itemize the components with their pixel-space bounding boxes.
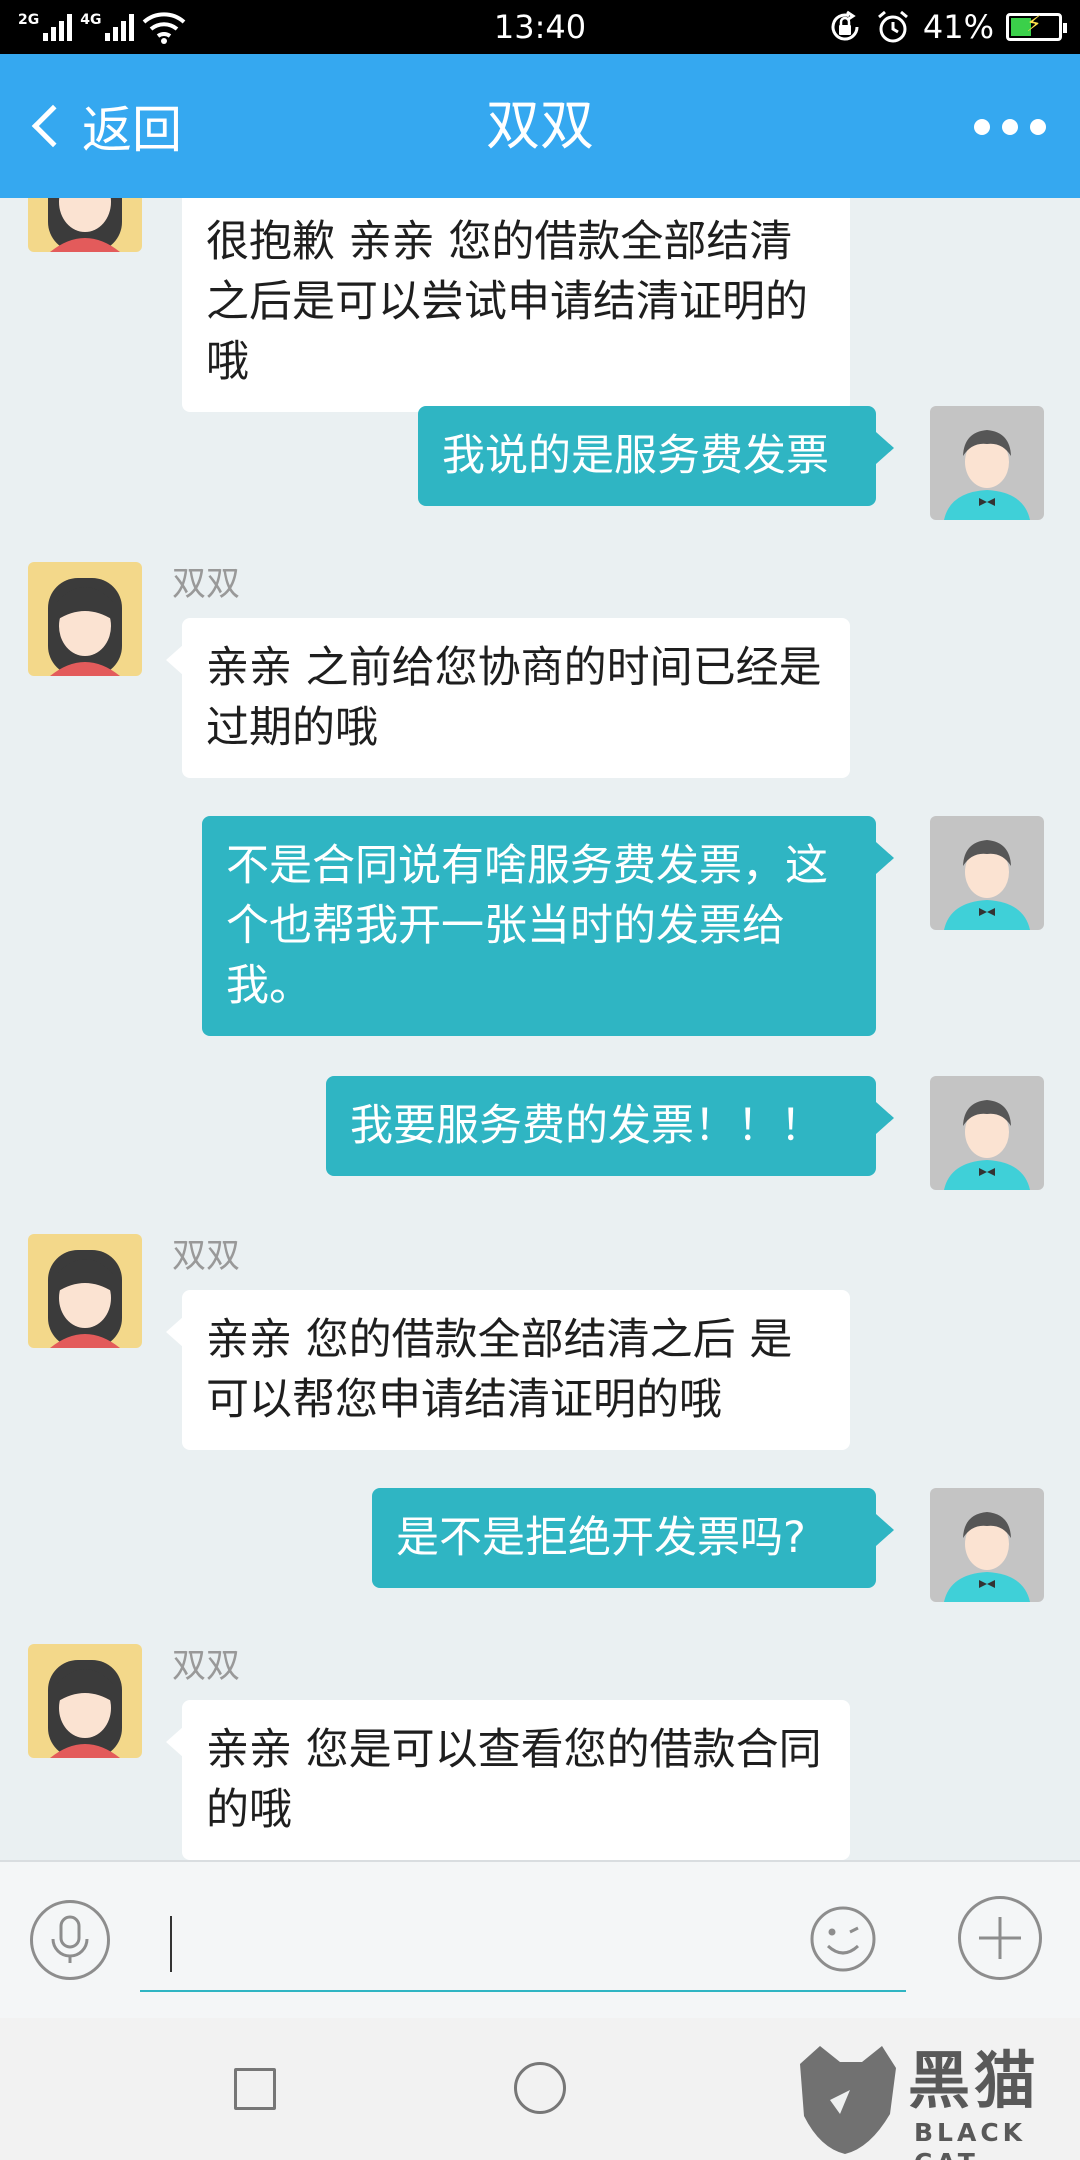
battery-icon: ⚡ [1006, 12, 1067, 41]
message-text: 亲亲 您的借款全部结清之后 是可以帮您申请结清证明的哦 [206, 1315, 793, 1425]
outgoing-message-bubble[interactable]: 不是合同说有啥服务费发票，这个也帮我开一张当时的发票给我。 [202, 816, 894, 1036]
chat-title: 双双 [486, 94, 594, 157]
rotation-lock-icon [831, 10, 859, 41]
black-cat-logo-icon [800, 2046, 896, 2154]
sender-name: 双双 [172, 564, 240, 604]
watermark-logo: 黑猫 BLACK CAT [790, 2044, 1070, 2160]
title-bar: 返回 双双 [0, 54, 1080, 198]
message-text: 我要服务费的发票！！！ [350, 1101, 823, 1151]
contact-avatar[interactable] [28, 1234, 142, 1348]
incoming-message-bubble[interactable]: 很抱歉 亲亲 您的借款全部结清之后是可以尝试申请结清证明的哦 [182, 198, 850, 412]
contact-avatar[interactable] [28, 562, 142, 676]
message-text: 不是合同说有啥服务费发票，这个也帮我开一张当时的发票给我。 [226, 841, 828, 1011]
message-text: 亲亲 之前给您协商的时间已经是过期的哦 [206, 643, 822, 753]
more-dots-icon[interactable] [974, 112, 1046, 142]
contact-avatar[interactable] [28, 198, 142, 252]
wifi-icon [143, 12, 186, 44]
incoming-message-bubble[interactable]: 亲亲 您的借款全部结清之后 是可以帮您申请结清证明的哦 [166, 1290, 850, 1450]
outgoing-message-bubble[interactable]: 我要服务费的发票！！！ [326, 1076, 894, 1176]
recent-apps-icon[interactable] [234, 2068, 276, 2110]
status-icons: 41% ⚡ [827, 8, 1067, 46]
microphone-icon[interactable] [30, 1900, 110, 1980]
sim1-signal-icon: 2G [18, 12, 73, 41]
battery-percent: 41% [922, 8, 994, 46]
emoji-icon[interactable] [808, 1904, 878, 1974]
message-text: 亲亲 您是可以查看您的借款合同的哦 [206, 1725, 822, 1835]
sender-name: 双双 [172, 1646, 240, 1686]
outgoing-message-bubble[interactable]: 我说的是服务费发票 [418, 406, 894, 506]
watermark-brand-en: BLACK CAT [914, 2118, 1027, 2160]
incoming-message-bubble[interactable]: 亲亲 之前给您协商的时间已经是过期的哦 [166, 618, 850, 778]
message-text: 是不是拒绝开发票吗? [396, 1513, 806, 1563]
sender-name: 双双 [172, 1236, 240, 1276]
my-avatar[interactable] [930, 816, 1044, 930]
message-input-bar [0, 1860, 1080, 2018]
sim2-label: 4G [80, 12, 102, 28]
watermark-brand: 黑猫 [908, 2044, 1041, 2117]
my-avatar[interactable] [930, 1488, 1044, 1602]
my-avatar[interactable] [930, 406, 1044, 520]
sim2-signal-icon: 4G [80, 12, 135, 41]
outgoing-message-bubble[interactable]: 是不是拒绝开发票吗? [372, 1488, 894, 1588]
incoming-message-bubble[interactable]: 亲亲 您是可以查看您的借款合同的哦 [166, 1700, 850, 1860]
chat-message-list[interactable]: 很抱歉 亲亲 您的借款全部结清之后是可以尝试申请结清证明的哦 我说的是服务费发票… [0, 198, 1080, 1860]
home-icon[interactable] [514, 2062, 566, 2114]
sim1-label: 2G [18, 12, 40, 28]
status-bar: 2G 4G 13:40 41% ⚡ [0, 0, 1080, 54]
message-text: 很抱歉 亲亲 您的借款全部结清之后是可以尝试申请结清证明的哦 [206, 217, 808, 387]
contact-avatar[interactable] [28, 1644, 142, 1758]
message-text: 我说的是服务费发票 [442, 431, 829, 481]
my-avatar[interactable] [930, 1076, 1044, 1190]
plus-icon[interactable] [958, 1896, 1042, 1980]
message-input[interactable] [140, 1892, 906, 1992]
alarm-icon [877, 10, 908, 43]
signal-area: 2G 4G [18, 10, 186, 44]
text-caret [170, 1916, 172, 1972]
